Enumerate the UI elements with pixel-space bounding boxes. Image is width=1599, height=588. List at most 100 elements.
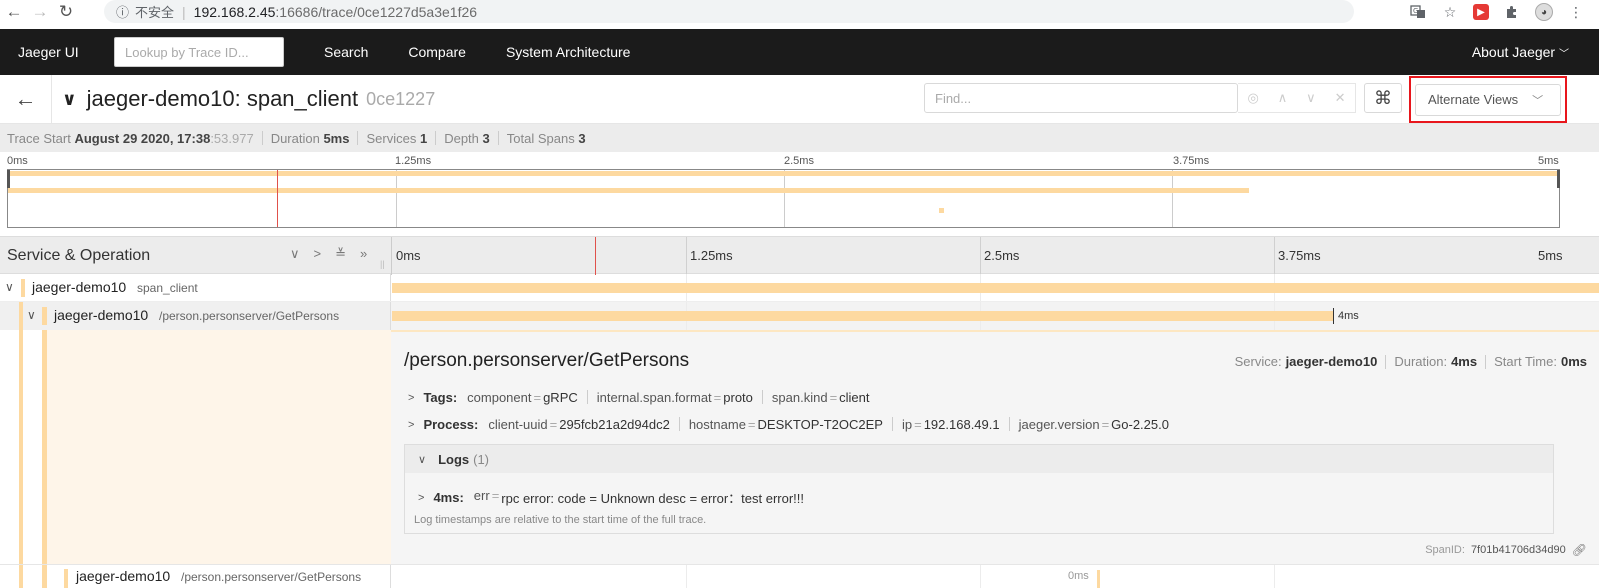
process-row[interactable]: > Process: client-uuid = 295fcb21a2d94dc2 … xyxy=(408,417,1169,432)
duration-label: Duration xyxy=(270,130,320,146)
timeline-tick-label: 3.75ms xyxy=(1278,248,1321,263)
parent-indent-bar xyxy=(42,565,47,588)
find-controls: ◎ ∧ ∨ ✕ xyxy=(1238,83,1356,113)
trace-start-value: August 29 2020, 17:38 xyxy=(74,130,211,146)
trace-id: 0ce1227 xyxy=(366,88,436,109)
alternate-views-dropdown[interactable]: Alternate Views ﹀ xyxy=(1415,83,1561,116)
extension-icon[interactable] xyxy=(1503,3,1521,21)
tag-value: client xyxy=(839,390,870,405)
chevron-right-icon[interactable]: > xyxy=(408,419,414,431)
star-icon[interactable]: ☆ xyxy=(1441,3,1459,21)
logs-count: (1) xyxy=(473,451,490,467)
url-host: 192.168.2.45 xyxy=(193,3,276,20)
service-color-bar xyxy=(64,569,68,588)
process-label: Process: xyxy=(423,417,479,432)
minimap-span-bar xyxy=(8,171,1559,176)
timeline-tick-label: 5ms xyxy=(1538,248,1563,263)
locate-icon[interactable]: ◎ xyxy=(1247,90,1258,106)
clear-icon[interactable]: ✕ xyxy=(1335,90,1346,106)
span-row[interactable]: ∨ jaeger-demo10 span_client xyxy=(0,274,1599,302)
span-bar[interactable] xyxy=(392,311,1333,321)
trace-minimap[interactable] xyxy=(7,169,1560,228)
process-key: client-uuid xyxy=(488,417,548,432)
span-bar[interactable] xyxy=(1097,570,1100,588)
process-key: jaeger.version xyxy=(1018,417,1100,432)
chevron-down-icon[interactable]: ∨ xyxy=(418,453,426,466)
trace-start-ms: :53.977 xyxy=(210,130,254,146)
resize-handle-icon[interactable]: || xyxy=(380,259,385,269)
logs-header[interactable]: ∨ Logs (1) xyxy=(405,445,1553,473)
tag-item: component = gRPC xyxy=(467,390,578,405)
minimap-gridline xyxy=(1172,170,1173,227)
tags-row[interactable]: > Tags: component = gRPC internal.span.for… xyxy=(408,390,870,405)
timeline-tick-label: 2.5ms xyxy=(984,248,1020,263)
trace-id-lookup-input[interactable]: Lookup by Trace ID... xyxy=(114,37,284,67)
collapse-all-icon[interactable]: ≚ xyxy=(335,246,346,262)
nav-compare[interactable]: Compare xyxy=(408,44,466,60)
extension-red-icon[interactable]: ▶ xyxy=(1473,4,1489,20)
keyboard-shortcuts-button[interactable]: ⌘ xyxy=(1364,83,1402,113)
span-service-name: jaeger-demo10 xyxy=(76,568,171,584)
span-row[interactable]: jaeger-demo10 /person.personserver/GetPe… xyxy=(0,564,1599,588)
total-spans-value: 3 xyxy=(578,130,586,146)
minimap-tick-label: 0ms xyxy=(7,155,28,167)
back-arrow-icon[interactable]: ← xyxy=(2,0,26,24)
nav-system-architecture[interactable]: System Architecture xyxy=(506,44,631,60)
more-vert-icon[interactable]: ⋮ xyxy=(1567,3,1585,21)
collapse-one-icon[interactable]: ∨ xyxy=(290,246,300,262)
column-divider[interactable] xyxy=(391,237,392,275)
address-bar[interactable]: ⓘ 不安全 | 192.168.2.45 :16686/trace/0ce122… xyxy=(104,0,1354,23)
command-icon: ⌘ xyxy=(1374,87,1392,108)
span-id-label: SpanID: xyxy=(1425,544,1465,556)
detail-duration-value: 4ms xyxy=(1451,354,1478,369)
reload-icon[interactable]: ↻ xyxy=(54,0,78,24)
brand-logo[interactable]: Jaeger UI xyxy=(18,44,114,60)
forward-arrow-icon[interactable]: → xyxy=(28,0,52,24)
info-icon[interactable]: ⓘ xyxy=(116,2,129,21)
expand-one-icon[interactable]: > xyxy=(314,246,322,262)
expand-collapse-controls: ∨ > ≚ » xyxy=(290,246,367,262)
expand-all-icon[interactable]: » xyxy=(360,246,367,262)
span-row-selected[interactable]: ∨ jaeger-demo10 /person.personserver/Get… xyxy=(0,302,1599,330)
minimap-cursor xyxy=(277,170,278,227)
link-icon[interactable]: 🔗︎ xyxy=(1572,543,1587,557)
chevron-right-icon[interactable]: > xyxy=(408,392,414,404)
chevron-down-icon[interactable]: ∨ xyxy=(5,280,14,294)
span-row-name-cell[interactable]: ∨ jaeger-demo10 span_client xyxy=(0,274,391,301)
span-service-name: jaeger-demo10 xyxy=(32,279,127,295)
log-entry[interactable]: > 4ms: err = rpc error: code = Unknown des… xyxy=(418,488,804,507)
parent-indent-bar xyxy=(19,302,23,330)
minimap-gridline xyxy=(784,170,785,227)
about-jaeger-menu[interactable]: About Jaeger ﹀ xyxy=(1472,44,1569,60)
alternate-views-label: Alternate Views xyxy=(1428,92,1519,107)
span-bar[interactable] xyxy=(392,283,1599,293)
back-button[interactable]: ← xyxy=(0,74,52,124)
indent-bar xyxy=(19,330,23,564)
minimap-handle-left[interactable] xyxy=(7,170,10,188)
detail-duration-label: Duration: xyxy=(1394,354,1448,369)
translate-icon[interactable]: G xyxy=(1409,3,1427,21)
process-value: 295fcb21a2d94dc2 xyxy=(559,417,670,432)
logs-label: Logs xyxy=(438,451,470,467)
tag-key: span.kind xyxy=(771,390,828,405)
process-key: hostname xyxy=(688,417,746,432)
trace-title: jaeger-demo10: span_client xyxy=(86,86,359,111)
avatar-icon[interactable]: ◕ xyxy=(1535,3,1553,21)
nav-search[interactable]: Search xyxy=(324,44,368,60)
chevron-down-icon[interactable]: ∨ xyxy=(27,308,36,322)
span-row-name-cell[interactable]: ∨ jaeger-demo10 /person.personserver/Get… xyxy=(0,302,391,330)
alternate-views-highlight: Alternate Views ﹀ xyxy=(1409,76,1567,123)
chevron-up-icon[interactable]: ∧ xyxy=(1278,90,1288,106)
tag-value: gRPC xyxy=(543,390,578,405)
chevron-down-icon[interactable]: ∨ xyxy=(1306,90,1316,106)
trace-header: ← ∨ jaeger-demo10: span_client 0ce1227 F… xyxy=(0,74,1599,124)
chevron-right-icon[interactable]: > xyxy=(418,492,424,504)
chevron-down-icon[interactable]: ∨ xyxy=(62,89,77,110)
minimap-span-bar xyxy=(939,208,944,213)
span-detail-panel: /person.personserver/GetPersons Service:… xyxy=(391,330,1599,564)
minimap-handle-right[interactable] xyxy=(1557,170,1560,188)
span-row-name-cell[interactable]: jaeger-demo10 /person.personserver/GetPe… xyxy=(0,565,391,588)
tag-value: proto xyxy=(723,390,753,405)
find-input[interactable]: Find... xyxy=(924,83,1238,113)
span-operation-name: /person.personserver/GetPersons xyxy=(181,570,362,584)
